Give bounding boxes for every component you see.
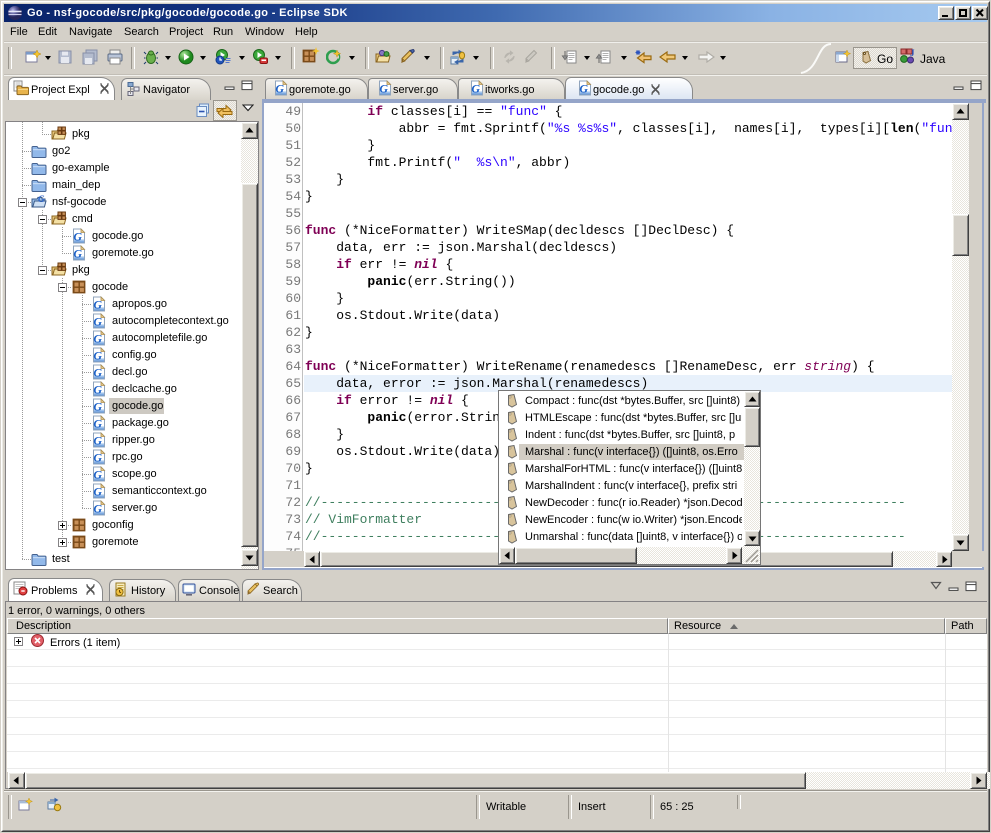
svg-text:G: G bbox=[579, 81, 588, 95]
svg-text:G: G bbox=[93, 484, 102, 498]
svg-text:G: G bbox=[93, 450, 102, 464]
svg-text:G: G bbox=[93, 467, 102, 481]
svg-text:G: G bbox=[93, 382, 102, 396]
svg-text:G: G bbox=[93, 348, 102, 362]
svg-text:G: G bbox=[275, 81, 284, 95]
svg-text:G: G bbox=[93, 433, 102, 447]
svg-text:G: G bbox=[93, 365, 102, 379]
svg-text:G: G bbox=[93, 399, 102, 413]
svg-text:J: J bbox=[910, 48, 915, 58]
svg-text:G: G bbox=[93, 297, 102, 311]
svg-text:G: G bbox=[379, 81, 388, 95]
svg-text:G: G bbox=[93, 314, 102, 328]
svg-text:G: G bbox=[93, 501, 102, 515]
svg-text:G: G bbox=[73, 229, 82, 243]
svg-text:G: G bbox=[73, 246, 82, 260]
svg-text:G: G bbox=[93, 416, 102, 430]
svg-text:G: G bbox=[93, 331, 102, 345]
svg-text:G: G bbox=[38, 194, 45, 204]
svg-text:G: G bbox=[471, 81, 480, 95]
